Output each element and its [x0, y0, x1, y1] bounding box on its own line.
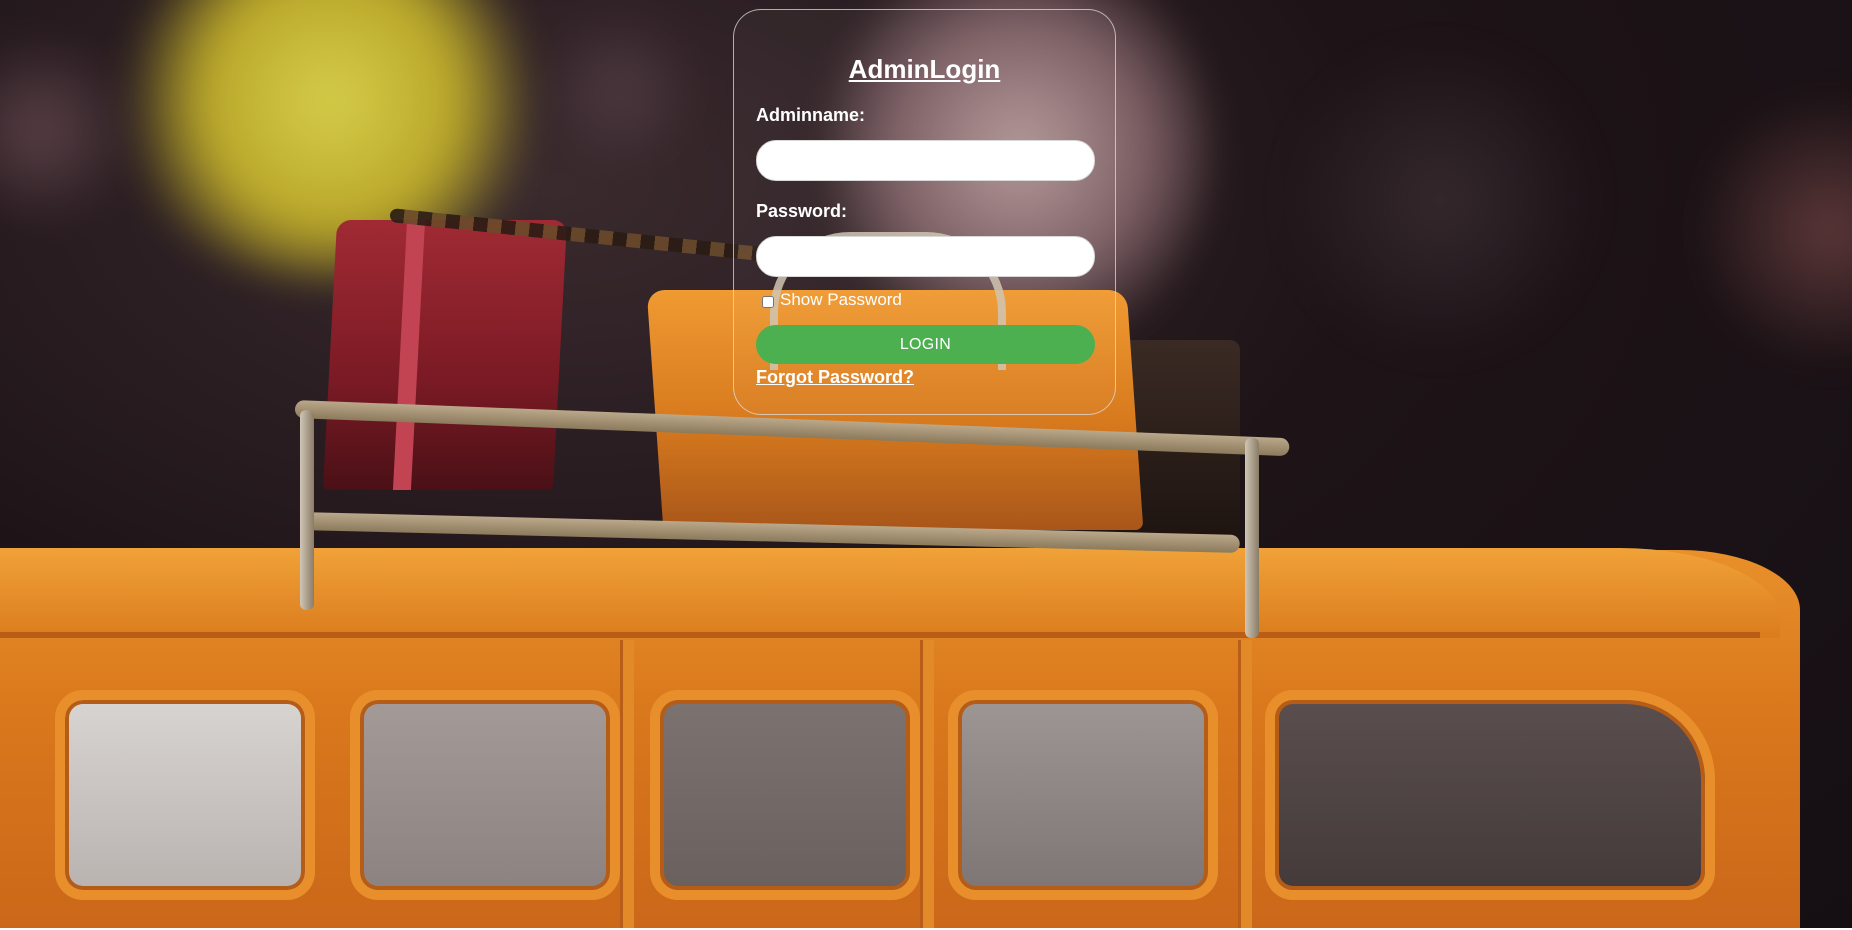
- login-card: AdminLogin Adminname: Password: Show Pas…: [733, 9, 1116, 415]
- show-password-checkbox[interactable]: [762, 296, 774, 308]
- red-suitcase: [322, 220, 568, 490]
- bokeh-light: [1700, 80, 1852, 380]
- show-password-label[interactable]: Show Password: [780, 290, 902, 310]
- bokeh-light: [0, 30, 140, 230]
- login-button[interactable]: LOGIN: [756, 325, 1095, 364]
- bus-window: [948, 690, 1218, 900]
- forgot-password-link[interactable]: Forgot Password?: [756, 366, 914, 388]
- bus-window: [650, 690, 920, 900]
- roof-rack-post: [1245, 438, 1259, 638]
- roof-rack-post: [300, 410, 314, 610]
- bus-window: [350, 690, 620, 900]
- bus-pillar: [1238, 640, 1252, 928]
- password-label: Password:: [756, 201, 848, 221]
- toy-bus-roof: [0, 548, 1780, 638]
- bus-window: [55, 690, 315, 900]
- bus-window: [1265, 690, 1715, 900]
- bokeh-light: [540, 0, 700, 180]
- bus-pillar: [920, 640, 934, 928]
- toy-bus-stripe: [0, 632, 1760, 638]
- bokeh-light: [1280, 40, 1600, 360]
- login-title: AdminLogin: [848, 54, 1001, 84]
- show-password-row: Show Password: [756, 289, 1093, 311]
- password-input[interactable]: [756, 236, 1095, 277]
- bus-pillar: [620, 640, 634, 928]
- adminname-input[interactable]: [756, 140, 1095, 181]
- adminname-label: Adminname:: [756, 105, 866, 125]
